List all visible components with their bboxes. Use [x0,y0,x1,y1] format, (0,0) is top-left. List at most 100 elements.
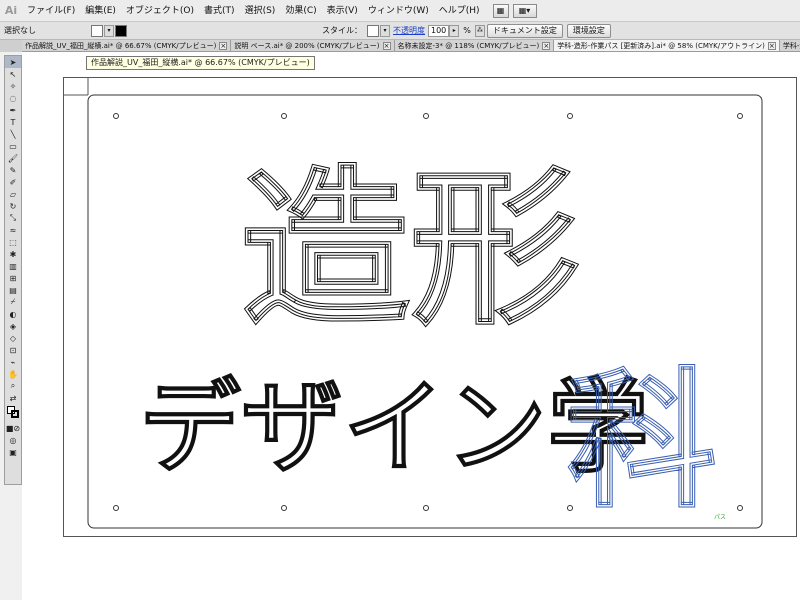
menu-select[interactable]: 選択(S) [240,0,281,22]
rectangle-icon: ▭ [9,141,17,151]
close-icon[interactable]: × [542,42,551,50]
opacity-field[interactable]: 100 [428,24,450,37]
menu-effect[interactable]: 効果(C) [280,0,321,22]
tab-label: 学科-造形-補整アクリル・カット用.ai [782,42,800,50]
wand-icon: ✧ [9,81,17,91]
rotate-tool[interactable]: ↻ [5,200,21,212]
blob-brush-tool[interactable]: ✐ [5,176,21,188]
opacity-link[interactable]: 不透明度 [390,25,428,36]
sprayer-icon: ✱ [9,249,17,259]
magic-wand-tool[interactable]: ✧ [5,80,21,92]
artboard-icon: ⊡ [9,345,17,355]
style-swatch[interactable] [367,24,379,37]
rotate-icon: ↻ [9,201,17,211]
warp-tool[interactable]: ≈ [5,224,21,236]
menu-window[interactable]: ウィンドウ(W) [363,0,434,22]
symbol-sprayer-tool[interactable]: ✱ [5,248,21,260]
fill-swatch[interactable] [91,24,103,37]
live-paint-selection-tool[interactable]: ◇ [5,332,21,344]
layout-icon: ▦▾ [518,6,531,15]
menu-file[interactable]: ファイル(F) [22,0,80,22]
menu-bar: Ai ファイル(F) 編集(E) オブジェクト(O) 書式(T) 選択(S) 効… [0,0,800,22]
screen-mode-icon: ▣ [9,447,17,457]
free-transform-tool[interactable]: ⬚ [5,236,21,248]
draw-mode-button[interactable]: ◎ [5,434,21,446]
stroke-swatch[interactable] [115,24,127,37]
menu-view[interactable]: 表示(V) [322,0,363,22]
mesh-tool[interactable]: ⊞ [5,272,21,284]
transform-icon: ⬚ [9,237,17,247]
recolor-button[interactable]: ⁂ [474,24,485,37]
color-mode-buttons[interactable]: ■⊘ [5,422,21,434]
app-logo: Ai [4,4,18,17]
rectangle-tool[interactable]: ▭ [5,140,21,152]
type-tool[interactable]: T [5,116,21,128]
opacity-dropdown[interactable]: ▸ [449,24,460,37]
zoom-tool[interactable]: ⌕ [5,380,21,392]
bridge-button[interactable]: ▦ [492,3,509,18]
bucket-icon: ◈ [9,321,17,331]
graph-tool[interactable]: ▥ [5,260,21,272]
gradient-icon: ▤ [9,285,17,295]
magnifier-icon: ⌕ [10,381,16,390]
document-setup-button[interactable]: ドキュメント設定 [486,23,563,38]
opacity-unit: % [463,26,471,35]
blend-tool[interactable]: ◐ [5,308,21,320]
selection-tool[interactable]: ➤ [5,56,21,68]
draw-mode-icon: ◎ [9,435,17,445]
blend-icon: ◐ [9,309,17,319]
menu-type[interactable]: 書式(T) [199,0,240,22]
menu-object[interactable]: オブジェクト(O) [121,0,199,22]
pencil-icon: ✎ [9,165,17,175]
tab-label: 作品解説_UV_福田_縦横.ai* @ 66.67% (CMYK/プレビュー) [25,42,217,50]
tab-document-5[interactable]: 学科-造形-補整アクリル・カット用.ai [779,40,800,51]
eraser-tool[interactable]: ▱ [5,188,21,200]
fill-stroke-control[interactable] [5,404,21,422]
lasso-tool[interactable]: ◌ [5,92,21,104]
menu-edit[interactable]: 編集(E) [80,0,121,22]
tab-document-2[interactable]: 説明 ベース.ai* @ 200% (CMYK/プレビュー) × [231,40,395,51]
fill-dropdown[interactable]: ▾ [104,24,114,37]
close-icon[interactable]: × [382,42,391,50]
arrow-icon: ➤ [9,57,17,67]
eyedropper-tool[interactable]: ⌿ [5,296,21,308]
tab-label: 説明 ベース.ai* @ 200% (CMYK/プレビュー) [234,42,380,50]
paintbrush-tool[interactable]: 🖌 [5,152,21,164]
stroke-icon[interactable] [11,410,19,418]
arrange-documents-button[interactable]: ▦▾ [512,3,537,18]
direct-selection-tool[interactable]: ↖ [5,68,21,80]
close-icon[interactable]: × [767,42,776,50]
tab-label: 名称未設定-3* @ 118% (CMYK/プレビュー) [397,42,540,50]
tab-label: 学科-造形-作業パス [更新済み].ai* @ 58% (CMYK/アウトライン… [557,42,765,50]
slice-tool[interactable]: ⌁ [5,356,21,368]
screen-mode-button[interactable]: ▣ [5,446,21,458]
warp-icon: ≈ [9,225,17,235]
tab-document-1[interactable]: 作品解説_UV_福田_縦横.ai* @ 66.67% (CMYK/プレビュー) × [22,40,232,51]
hand-tool[interactable]: ✋ [5,368,21,380]
live-paint-tool[interactable]: ◈ [5,320,21,332]
default-colors-button[interactable]: ⇄ [5,392,21,404]
pen-tool[interactable]: ✒ [5,104,21,116]
scale-tool[interactable]: ⤡ [5,212,21,224]
menu-help[interactable]: ヘルプ(H) [434,0,485,22]
style-dropdown[interactable]: ▾ [380,24,390,37]
pencil-tool[interactable]: ✎ [5,164,21,176]
preferences-button[interactable]: 環境設定 [566,23,611,38]
tab-document-3[interactable]: 名称未設定-3* @ 118% (CMYK/プレビュー) × [394,40,555,51]
path-hover-label: パス [714,514,727,521]
tab-strip-handle [0,40,22,52]
line-tool[interactable]: ╲ [5,128,21,140]
gradient-tool[interactable]: ▤ [5,284,21,296]
eyedropper-icon: ⌿ [10,297,16,306]
illustrator-window: Ai ファイル(F) 編集(E) オブジェクト(O) 書式(T) 選択(S) 効… [0,0,800,600]
artboard[interactable]: 造形 デザイン学 科 [63,77,797,537]
tools-panel: ➤ ↖ ✧ ◌ ✒ T ╲ ▭ 🖌 ✎ ✐ ▱ ↻ ⤡ ≈ ⬚ ✱ ▥ ⊞ ▤ … [4,55,22,485]
canvas-area[interactable]: 造形 デザイン学 科 パス [22,52,800,600]
artboard-tool[interactable]: ⊡ [5,344,21,356]
eraser-icon: ▱ [9,189,17,199]
mesh-icon: ⊞ [9,273,17,283]
line-icon: ╲ [10,129,16,139]
close-icon[interactable]: × [219,42,228,50]
selection-status: 選択なし [4,26,36,35]
tab-document-4[interactable]: 学科-造形-作業パス [更新済み].ai* @ 58% (CMYK/アウトライン… [554,40,780,51]
